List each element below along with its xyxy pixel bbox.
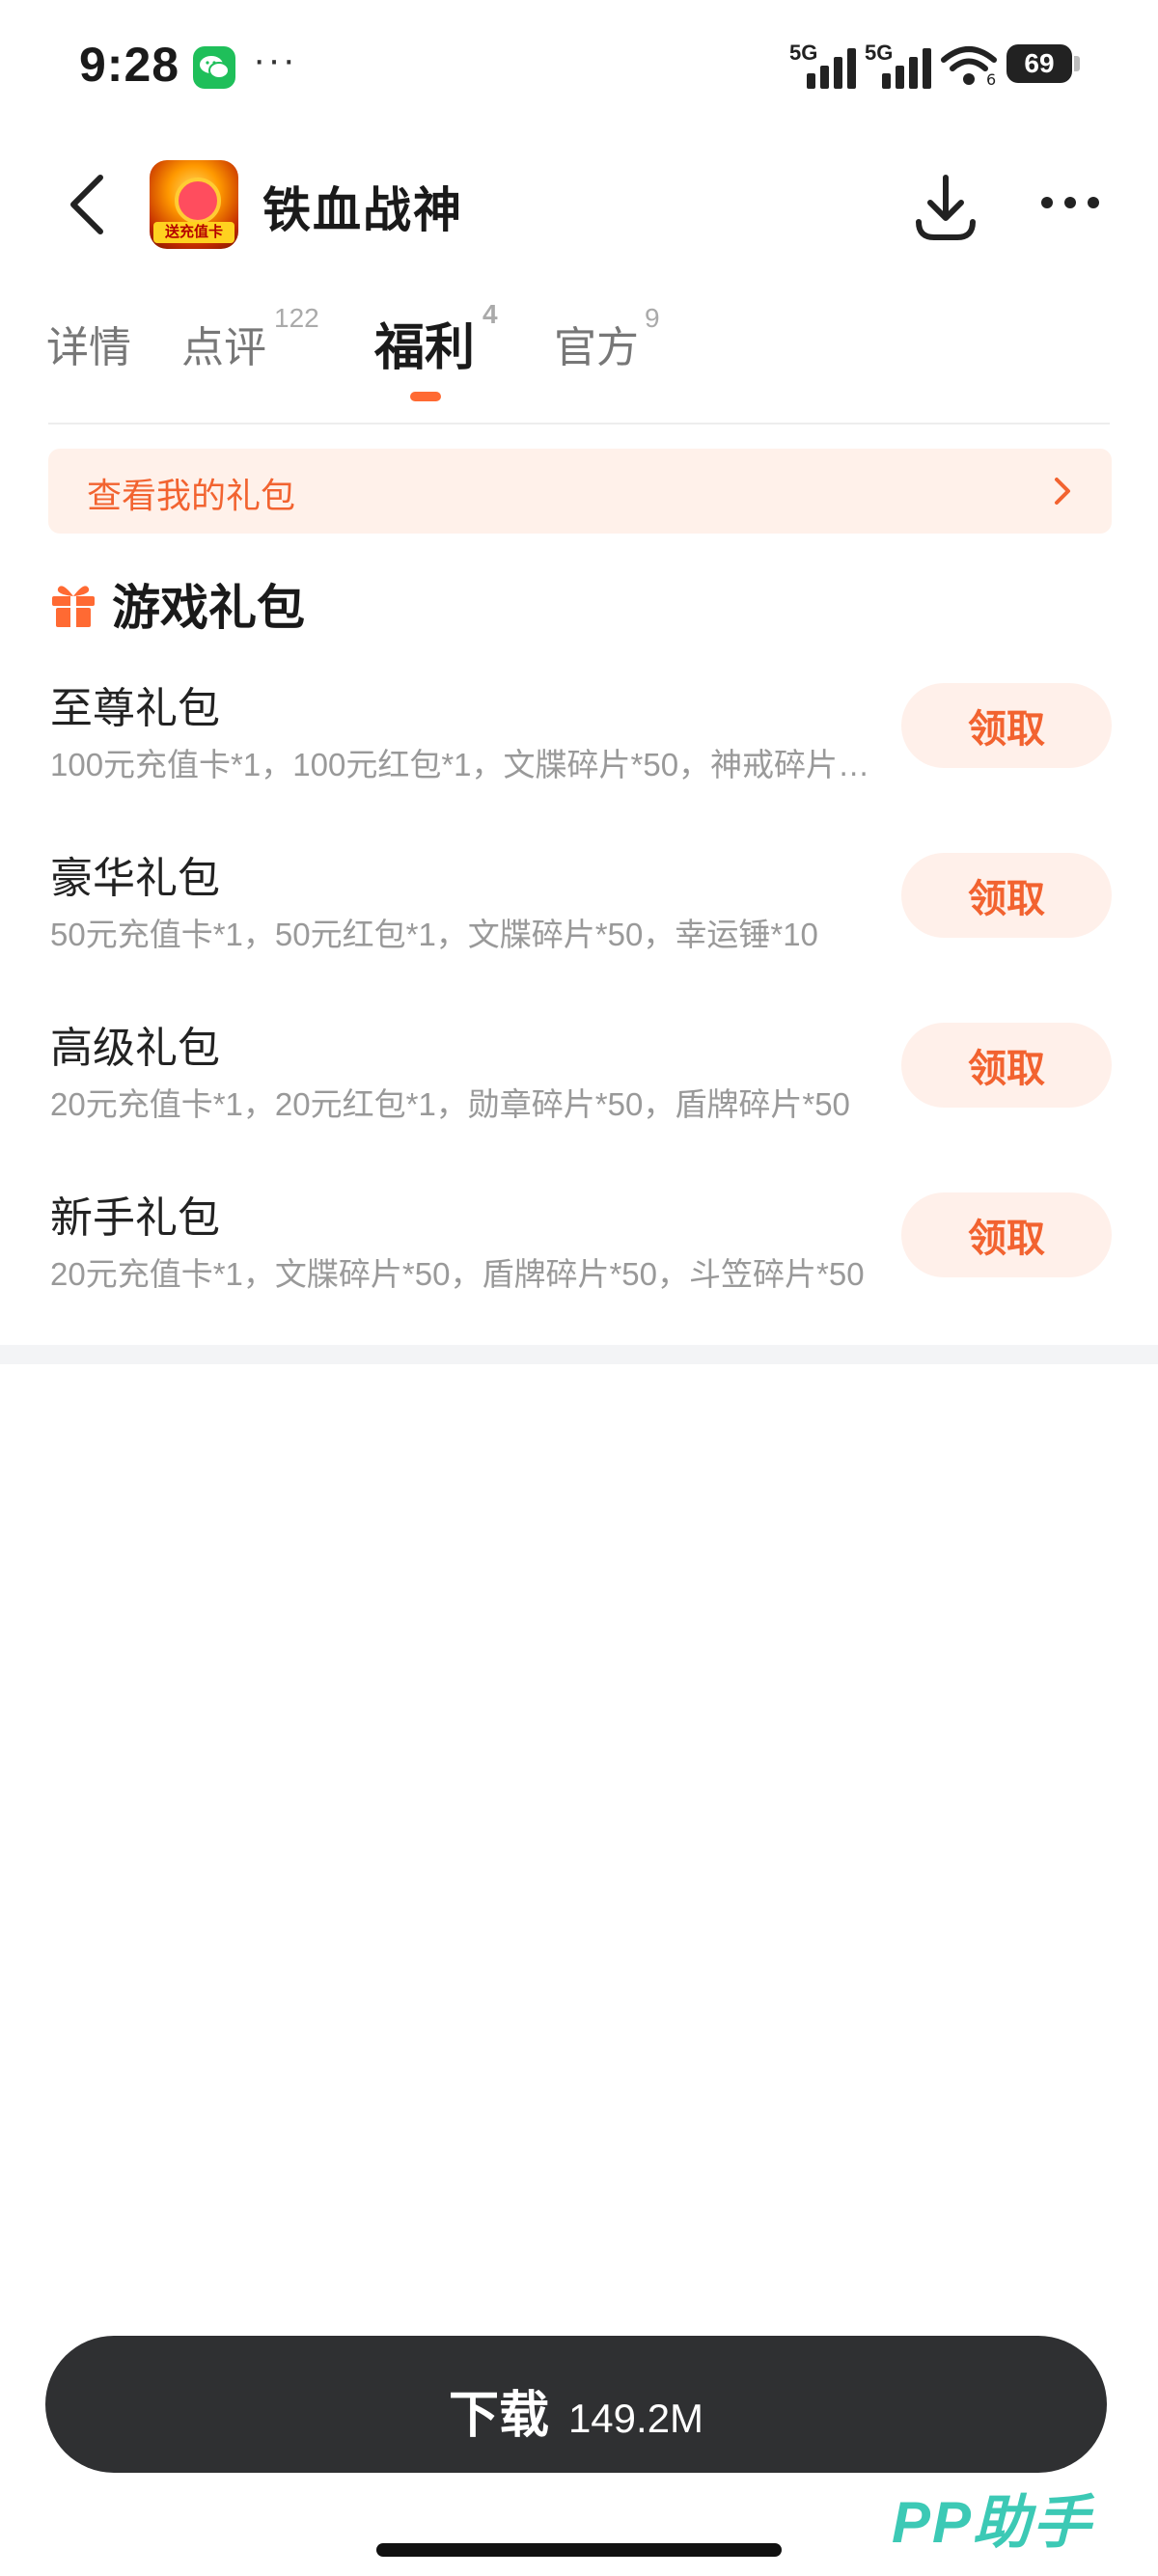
svg-text:6: 6 [986,70,996,87]
battery-level: 69 [1024,48,1055,78]
gift-name: 至尊礼包 [50,685,220,732]
gift-name: 豪华礼包 [50,855,220,902]
gift-name: 新手礼包 [50,1194,220,1242]
download-size: 149.2M [567,2396,704,2441]
gift-description: 50元充值卡*1，50元红包*1，文牒碎片*50，幸运锤*10 [50,917,818,952]
claim-button[interactable]: 领取 [901,1023,1112,1108]
list-item: 高级礼包 20元充值卡*1，20元红包*1，勋章碎片*50，盾牌碎片*50 领取 [48,1013,1112,1167]
app-icon: 送充值卡 [150,160,238,249]
download-icon[interactable] [911,168,980,245]
pp-assistant-watermark: PP助手 [892,2490,1093,2555]
active-tab-indicator [410,392,441,401]
status-overflow-icon: ··· [253,39,297,81]
gift-description: 20元充值卡*1，文牒碎片*50，盾牌碎片*50，斗笠碎片*50 [50,1256,865,1292]
tab-welfare[interactable]: 福利 4 [374,299,498,379]
tab-label: 官方 [554,324,639,371]
home-indicator[interactable] [376,2543,782,2557]
tab-label: 详情 [46,324,131,371]
list-item: 新手礼包 20元充值卡*1，文牒碎片*50，盾牌碎片*50，斗笠碎片*50 领取 [48,1183,1112,1337]
gift-description: 100元充值卡*1，100元红包*1，文牒碎片*50，神戒碎片*50 [50,747,870,782]
tab-label: 福利 [374,320,476,376]
tab-reviews[interactable]: 点评 122 [181,303,319,374]
tab-official[interactable]: 官方 9 [554,303,660,374]
divider [48,423,1110,425]
gift-icon [52,586,95,627]
tab-count: 122 [274,303,319,333]
more-horizontal-icon [1041,197,1099,208]
battery-icon: 69 [1006,44,1080,83]
chevron-right-icon [1055,478,1070,505]
my-gifts-link[interactable]: 查看我的礼包 [48,449,1112,534]
back-button[interactable] [60,166,118,243]
status-time: 9:28 [79,38,180,92]
list-item: 至尊礼包 100元充值卡*1，100元红包*1，文牒碎片*50，神戒碎片*50 … [48,673,1112,828]
app-header: 送充值卡 铁血战神 [0,145,1158,270]
tab-count: 9 [645,303,660,333]
section-title-label: 游戏礼包 [112,581,305,635]
claim-button[interactable]: 领取 [901,683,1112,768]
tab-count: 4 [482,299,498,329]
app-icon-tag: 送充值卡 [153,222,234,243]
my-gifts-label: 查看我的礼包 [87,476,296,515]
claim-button[interactable]: 领取 [901,853,1112,938]
tab-label: 点评 [181,324,266,371]
download-button[interactable]: 下载 149.2M [45,2336,1107,2473]
more-button[interactable] [1036,183,1104,222]
list-item: 豪华礼包 50元充值卡*1，50元红包*1，文牒碎片*50，幸运锤*10 领取 [48,843,1112,998]
tab-bar: 详情 点评 122 福利 4 官方 9 [0,289,1158,425]
chevron-left-icon [70,175,103,234]
status-bar: 9:28 ··· 5G 5G 6 69 [0,0,1158,135]
wifi-icon: 6 [940,44,998,92]
wechat-icon [193,46,235,89]
section-divider [0,1345,1158,1364]
gift-name: 高级礼包 [50,1025,220,1072]
app-title: 铁血战神 [262,183,463,237]
tab-details[interactable]: 详情 [46,313,131,374]
download-label: 下载 [448,2388,549,2444]
gift-description: 20元充值卡*1，20元红包*1，勋章碎片*50，盾牌碎片*50 [50,1086,850,1122]
claim-button[interactable]: 领取 [901,1192,1112,1277]
